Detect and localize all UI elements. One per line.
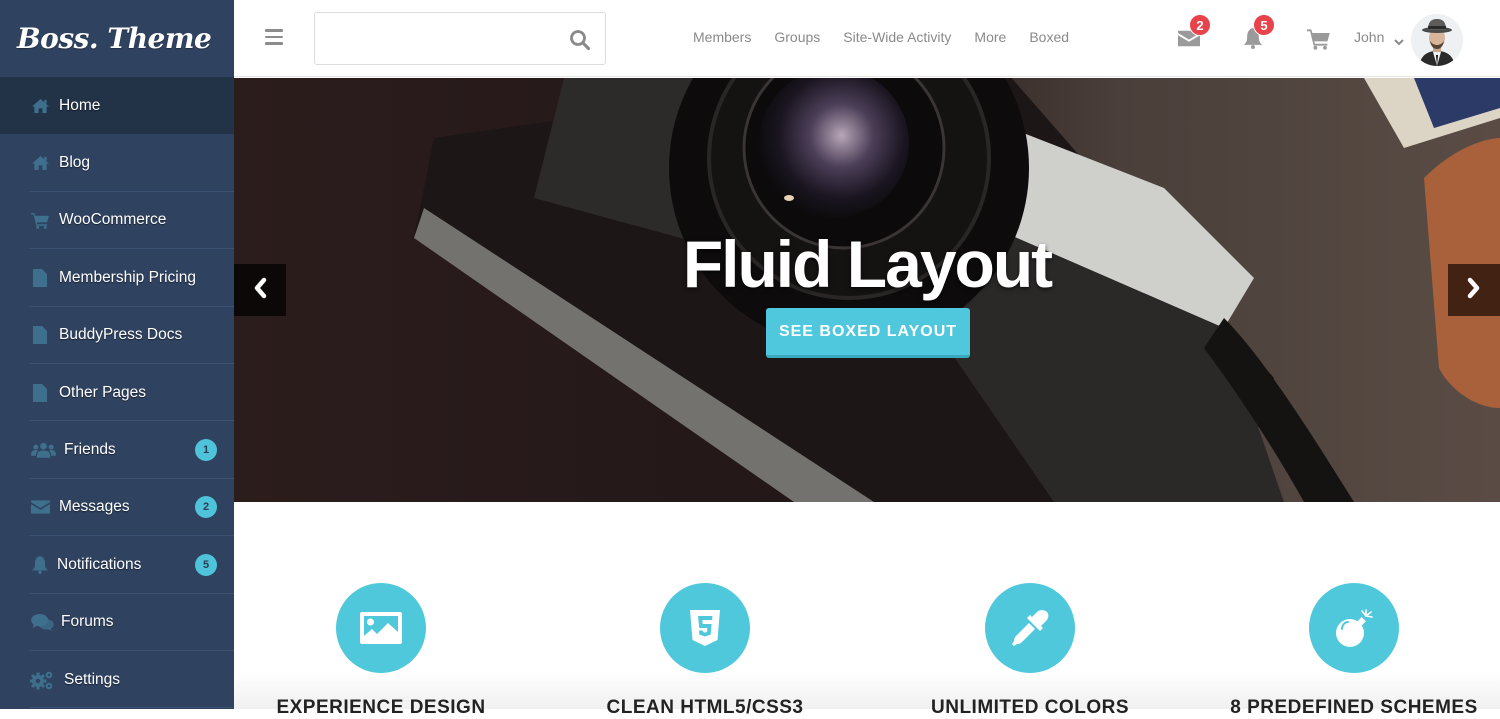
sidebar-item-woocommerce[interactable]: WooCommerce [0, 192, 234, 250]
sidebar-item-label: Other Pages [59, 383, 147, 401]
feature-clean-html5-css3: CLEAN HTML5/CSS3 [555, 583, 855, 718]
sidebar-item-label: Messages [59, 498, 130, 516]
sidebar-item-label: Forums [61, 613, 114, 631]
sidebar-item-forums[interactable]: Forums [0, 594, 234, 652]
bell-icon [30, 555, 50, 574]
messages-badge: 2 [1189, 14, 1211, 36]
top-bar: Members Groups Site-Wide Activity More B… [234, 0, 1500, 77]
cart-icon [30, 211, 50, 229]
sidebar-item-friends[interactable]: Friends 1 [0, 421, 234, 480]
users-icon [30, 441, 56, 459]
gears-icon [30, 671, 54, 690]
slider-prev-button[interactable] [234, 264, 286, 316]
sidebar-item-label: Membership Pricing [59, 268, 196, 286]
user-name[interactable]: John [1354, 29, 1384, 45]
feature-unlimited-colors: UNLIMITED COLORS [880, 583, 1180, 718]
notifications-button[interactable]: 5 [1243, 14, 1275, 54]
sidebar-item-label: Notifications [57, 555, 142, 573]
sidebar-item-other-pages[interactable]: Other Pages [0, 364, 234, 422]
messages-button[interactable]: 2 [1178, 14, 1211, 52]
sidebar-item-home[interactable]: Home [0, 77, 234, 135]
menu-toggle-icon[interactable] [265, 29, 283, 45]
slider-next-button[interactable] [1448, 264, 1500, 316]
feature-experience-design: EXPERIENCE DESIGN [231, 583, 531, 718]
sidebar: Boss. Theme Home Blog WooCommerce Member… [0, 0, 234, 709]
feature-predefined-schemes: 8 PREDEFINED SCHEMES [1204, 583, 1500, 718]
sidebar-item-label: BuddyPress Docs [59, 326, 183, 344]
cart-button[interactable] [1307, 28, 1331, 55]
feature-title: 8 PREDEFINED SCHEMES [1230, 697, 1478, 718]
feature-title: UNLIMITED COLORS [931, 697, 1129, 718]
html5-icon [660, 583, 750, 673]
file-icon [30, 326, 50, 345]
comments-icon [30, 613, 54, 631]
sidebar-item-blog[interactable]: Blog [0, 134, 234, 193]
site-logo[interactable]: Boss. Theme [0, 0, 234, 77]
chevron-left-icon [252, 277, 268, 304]
envelope-icon [30, 498, 50, 516]
home-icon [30, 97, 50, 115]
sidebar-item-membership-pricing[interactable]: Membership Pricing [0, 249, 234, 307]
hero-title: Fluid Layout [682, 227, 1053, 301]
top-nav-members[interactable]: Members [693, 29, 751, 45]
sidebar-item-label: WooCommerce [59, 211, 167, 229]
file-icon [30, 383, 50, 402]
chevron-right-icon [1466, 277, 1482, 304]
messages-count-badge: 2 [195, 496, 217, 519]
bomb-icon [1309, 583, 1399, 673]
search-input[interactable] [315, 13, 605, 64]
file-icon [30, 268, 50, 287]
sidebar-item-buddypress-docs[interactable]: BuddyPress Docs [0, 307, 234, 365]
feature-title: EXPERIENCE DESIGN [276, 697, 486, 718]
hero-slider: Fluid Layout SEE BOXED LAYOUT [234, 78, 1500, 502]
see-boxed-layout-button[interactable]: SEE BOXED LAYOUT [766, 308, 970, 358]
sidebar-item-label: Blog [59, 154, 91, 172]
sidebar-item-label: Settings [64, 670, 121, 688]
sidebar-item-label: Friends [64, 441, 116, 459]
top-nav-more[interactable]: More [974, 29, 1006, 45]
chevron-down-icon[interactable] [1394, 33, 1404, 46]
cart-icon [1307, 29, 1331, 54]
notifications-badge: 5 [1253, 14, 1275, 36]
eyedropper-icon [985, 583, 1075, 673]
sidebar-item-notifications[interactable]: Notifications 5 [0, 536, 234, 594]
notifications-count-badge: 5 [195, 553, 217, 576]
top-nav-boxed[interactable]: Boxed [1029, 29, 1069, 45]
image-icon [336, 583, 426, 673]
top-nav: Members Groups Site-Wide Activity More B… [693, 29, 1092, 45]
sidebar-item-label: Home [59, 96, 101, 114]
search-icon[interactable] [569, 29, 591, 51]
home-icon [30, 154, 50, 172]
sidebar-item-settings[interactable]: Settings [0, 651, 234, 709]
top-nav-site-wide-activity[interactable]: Site-Wide Activity [843, 29, 951, 45]
feature-title: CLEAN HTML5/CSS3 [606, 697, 804, 718]
features-section: EXPERIENCE DESIGN CLEAN HTML5/CSS3 UNLIM… [231, 502, 1500, 718]
sidebar-item-messages[interactable]: Messages 2 [0, 479, 234, 537]
top-nav-groups[interactable]: Groups [774, 29, 820, 45]
bell-icon [1243, 28, 1263, 53]
user-avatar[interactable] [1411, 14, 1463, 66]
envelope-icon [1178, 30, 1200, 51]
friends-count-badge: 1 [195, 439, 217, 462]
search-box [314, 12, 606, 65]
